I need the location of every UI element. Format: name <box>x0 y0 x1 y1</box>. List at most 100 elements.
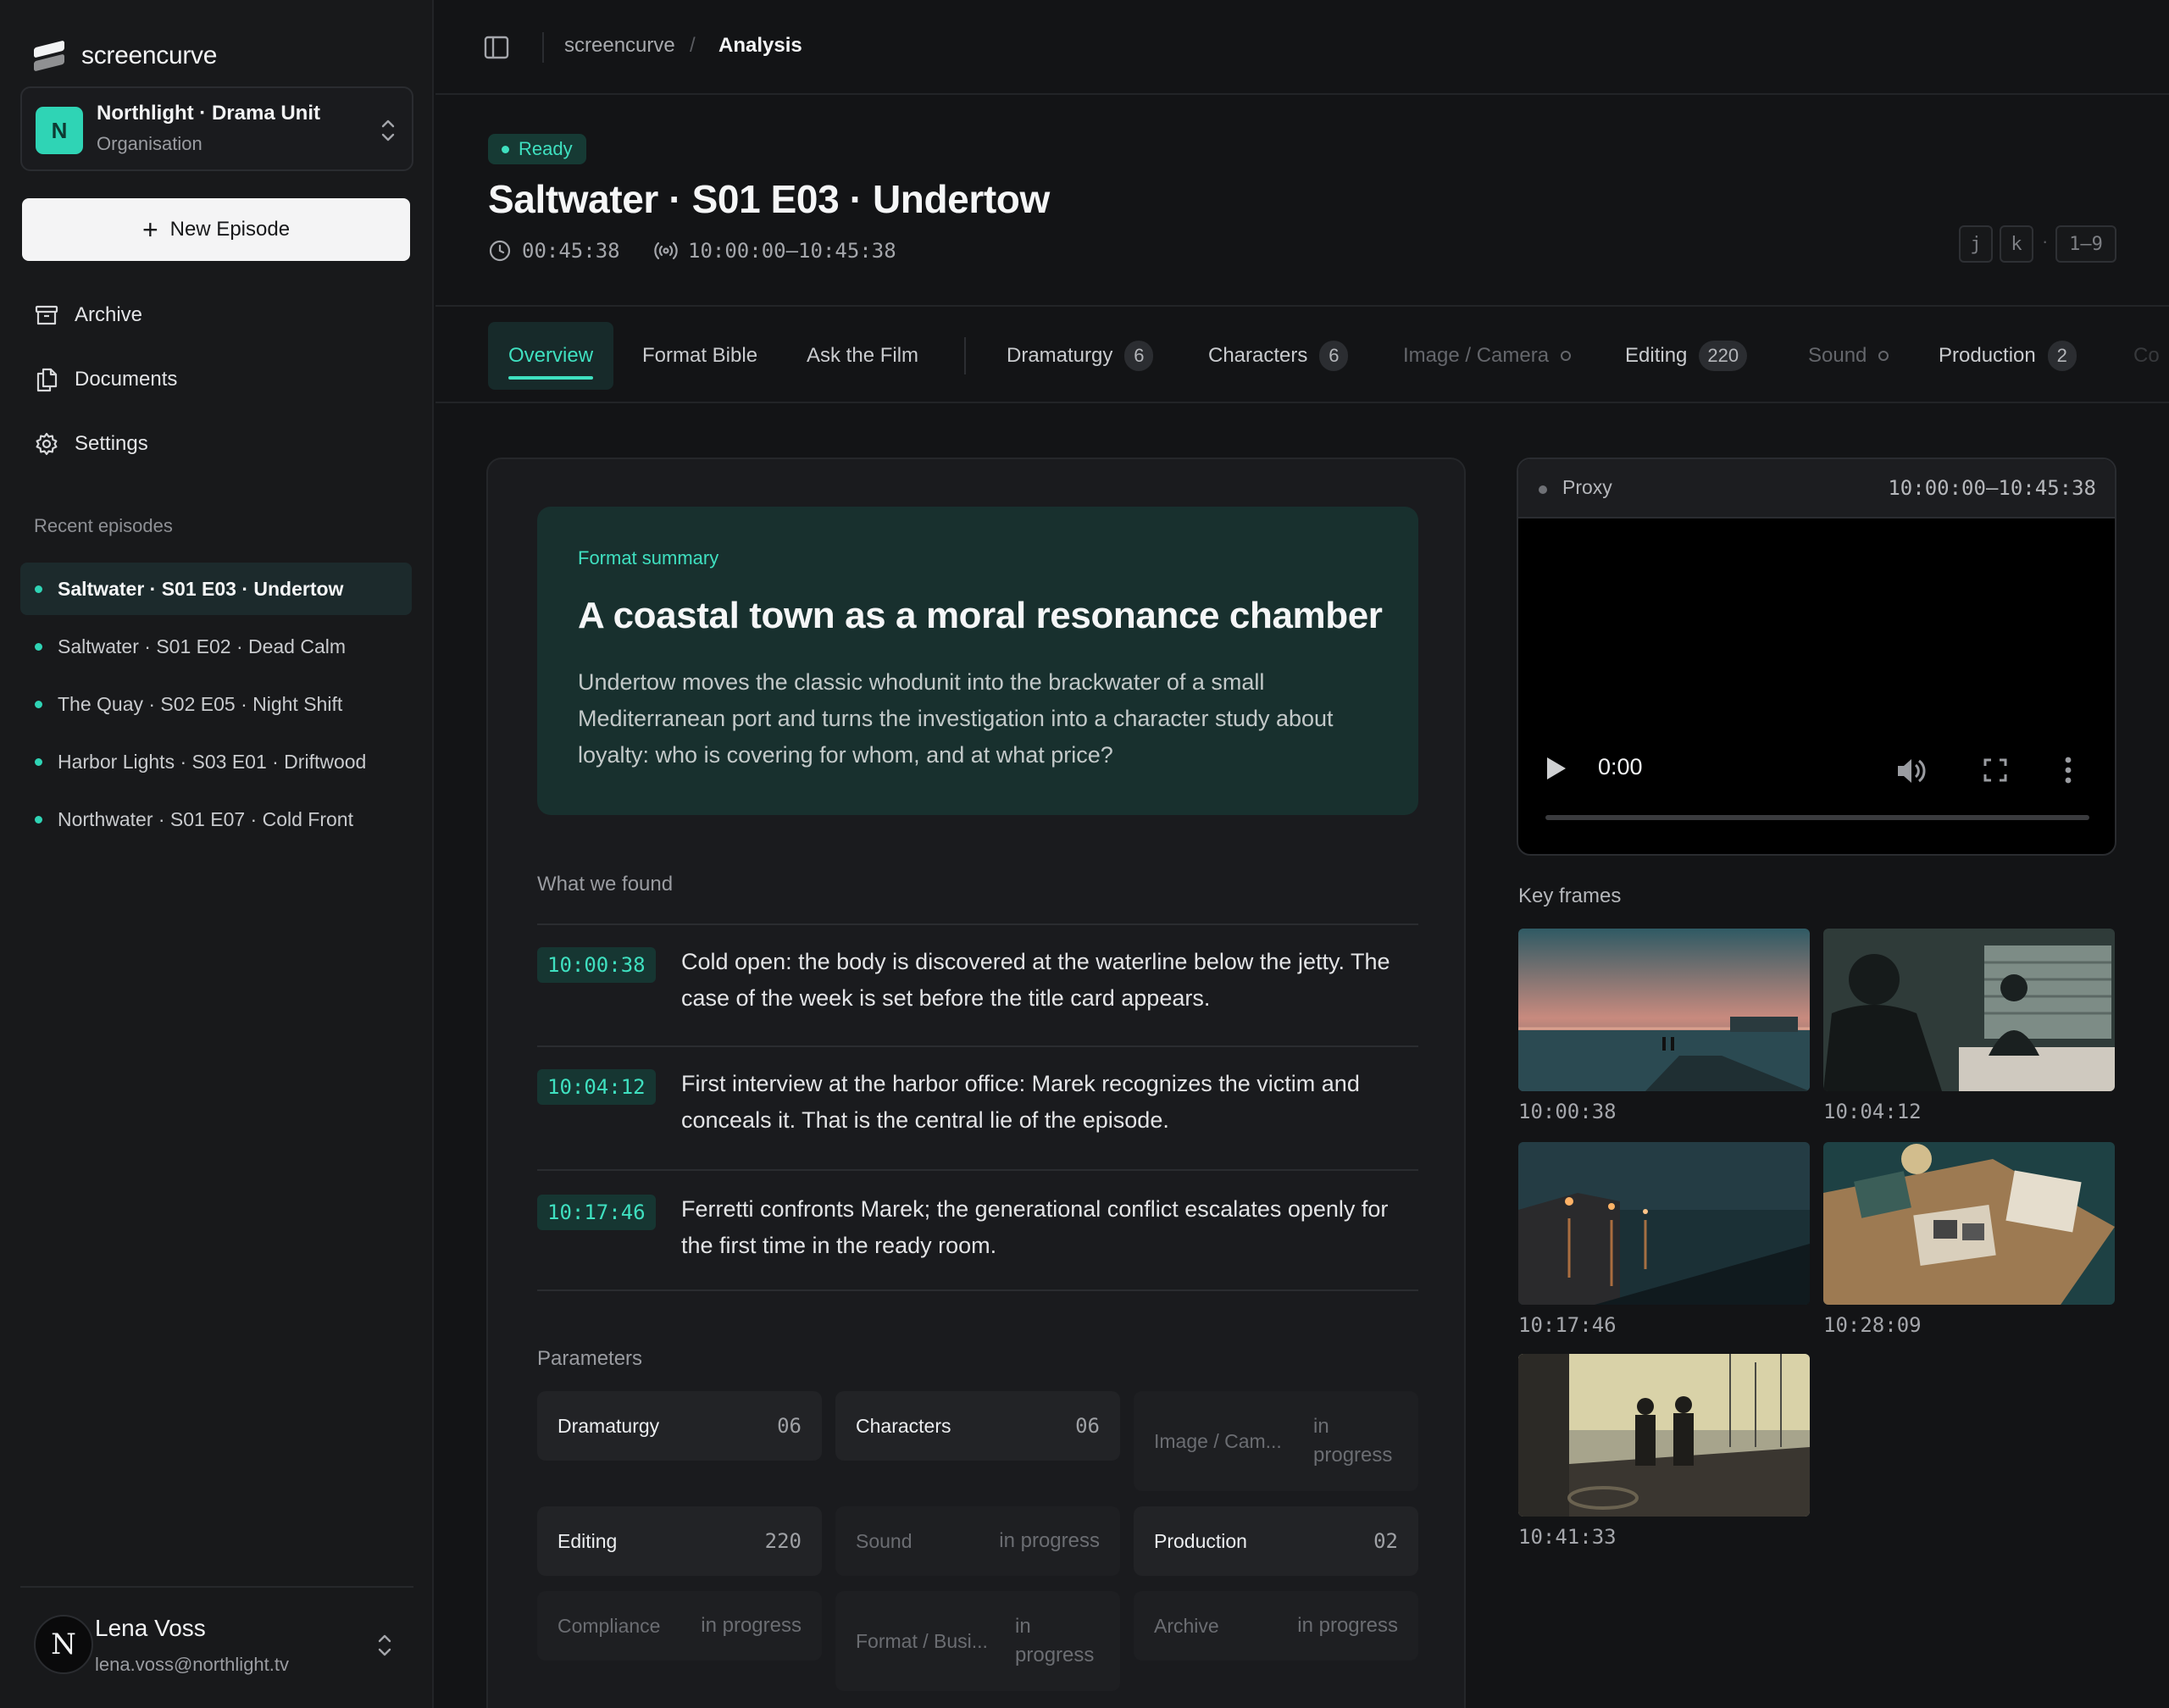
breadcrumb-root[interactable]: screencurve <box>564 34 675 58</box>
archive-icon <box>35 305 58 325</box>
summary-headline: A coastal town as a moral resonance cham… <box>578 595 1383 636</box>
finding-timecode[interactable]: 10:17:46 <box>537 1195 656 1230</box>
pending-circle-icon <box>1561 351 1572 361</box>
video-player[interactable]: Proxy 10:00:00–10:45:38 0:00 <box>1517 458 2116 856</box>
recent-episode-item[interactable]: Saltwater · S01 E03 · Undertow <box>20 563 412 615</box>
tab-label: Sound <box>1808 344 1867 367</box>
tab-ask-the-film[interactable]: Ask the Film <box>807 322 918 390</box>
tab-format-bible[interactable]: Format Bible <box>642 322 757 390</box>
tab-label: Ask the Film <box>807 344 919 367</box>
tab-editing[interactable]: Editing 220 <box>1625 322 1748 390</box>
brand[interactable]: screencurve <box>34 40 217 72</box>
playback-time: 0:00 <box>1598 754 1643 779</box>
chevron-updown-icon <box>381 119 395 141</box>
keyframe-image-boat-deck <box>1518 1354 1810 1517</box>
tab-count-badge: 2 <box>2047 341 2077 371</box>
parameter-name: Sound <box>856 1529 913 1552</box>
tab-image-camera[interactable]: Image / Camera <box>1403 322 1572 390</box>
tab-overview[interactable]: Overview <box>488 322 614 390</box>
parameter-tile[interactable]: Compliance in progress <box>537 1591 822 1661</box>
keyframe-thumbnail[interactable] <box>1518 1142 1810 1305</box>
recent-episode-item[interactable]: Harbor Lights · S03 E01 · Driftwood <box>20 735 412 788</box>
status-dot-icon <box>35 701 42 708</box>
episode-timecode: 10:00:00–10:45:38 <box>654 239 896 263</box>
play-icon[interactable] <box>1547 757 1566 779</box>
divider <box>964 337 966 374</box>
user-name: Lena Voss <box>95 1615 206 1641</box>
chevron-updown-icon[interactable] <box>376 1632 393 1659</box>
avatar[interactable]: N <box>34 1615 93 1674</box>
finding-item[interactable]: 10:04:12 First interview at the harbor o… <box>537 1045 1418 1169</box>
recent-episode-label: Saltwater · S01 E03 · Undertow <box>58 577 344 600</box>
parameter-tile[interactable]: Format / Busi... in progress <box>835 1591 1120 1691</box>
recent-episode-label: Saltwater · S01 E02 · Dead Calm <box>58 635 347 657</box>
finding-item[interactable]: 10:17:46 Ferretti confronts Marek; the g… <box>537 1169 1418 1291</box>
tab-label: Dramaturgy <box>1007 344 1113 367</box>
keyframe-timecode: 10:17:46 <box>1518 1313 1617 1337</box>
parameter-tile[interactable]: Image / Cam... in progress <box>1134 1391 1418 1491</box>
finding-text: First interview at the harbor office: Ma… <box>681 1071 1360 1133</box>
episode-duration: 00:45:38 <box>488 239 620 263</box>
keyframe-image-harbor-dusk <box>1518 929 1810 1091</box>
tab-label: Characters <box>1208 344 1308 367</box>
topbar: screencurve / Analysis <box>435 0 2169 95</box>
parameter-tile[interactable]: Editing 220 <box>537 1506 822 1576</box>
tab-overflow[interactable]: Co <box>2133 322 2160 390</box>
recent-episode-item[interactable]: Saltwater · S01 E02 · Dead Calm <box>20 620 412 673</box>
keyframe-thumbnail[interactable] <box>1823 929 2115 1091</box>
tab-label: Image / Camera <box>1403 344 1550 367</box>
tab-production[interactable]: Production 2 <box>1939 322 2077 390</box>
player-timecode: 10:00:00–10:45:38 <box>1888 476 2096 500</box>
sidebar-item-label: Settings <box>75 432 148 455</box>
status-badge: Ready <box>488 134 586 164</box>
shortcut-key-range: 1–9 <box>2055 225 2116 263</box>
new-episode-button[interactable]: + New Episode <box>22 198 410 261</box>
keyframe-timecode: 10:04:12 <box>1823 1100 1922 1123</box>
parameter-tile[interactable]: Sound in progress <box>835 1506 1120 1576</box>
summary-label: Format summary <box>578 547 719 568</box>
tab-label: Editing <box>1625 344 1688 367</box>
parameter-name: Archive <box>1154 1614 1219 1637</box>
keyframe-timecode: 10:00:38 <box>1518 1100 1617 1123</box>
status-dot-icon <box>35 816 42 824</box>
volume-icon[interactable] <box>1894 756 1928 786</box>
tab-dramaturgy[interactable]: Dramaturgy 6 <box>1007 322 1154 390</box>
sidebar-item-label: Documents <box>75 368 178 391</box>
org-name: Northlight · Drama Unit <box>97 102 320 125</box>
finding-timecode[interactable]: 10:04:12 <box>537 1069 656 1105</box>
sidebar-item-settings[interactable]: Settings <box>34 429 148 459</box>
divider <box>542 32 544 63</box>
sidebar-toggle-icon[interactable] <box>483 34 510 61</box>
status-dot-icon <box>1539 485 1547 494</box>
finding-timecode[interactable]: 10:00:38 <box>537 947 656 983</box>
tab-sound[interactable]: Sound <box>1808 322 1889 390</box>
sidebar-item-archive[interactable]: Archive <box>34 300 142 330</box>
recent-episode-item[interactable]: The Quay · S02 E05 · Night Shift <box>20 678 412 730</box>
finding-item[interactable]: 10:00:38 Cold open: the body is discover… <box>537 923 1418 1045</box>
shortcut-separator: · <box>2042 230 2049 252</box>
parameter-value: in progress <box>999 1529 1100 1552</box>
keyframe-thumbnail[interactable] <box>1823 1142 2115 1305</box>
parameter-tile[interactable]: Production 02 <box>1134 1506 1418 1576</box>
keyframe-image-office-interview <box>1823 929 2115 1091</box>
parameters-heading: Parameters <box>537 1347 643 1370</box>
brand-logo-icon <box>34 40 64 72</box>
tab-characters[interactable]: Characters 6 <box>1208 322 1349 390</box>
parameter-tile[interactable]: Dramaturgy 06 <box>537 1391 822 1461</box>
fullscreen-icon[interactable] <box>1983 757 2008 783</box>
documents-icon <box>36 368 58 392</box>
parameter-value: in progress <box>1015 1615 1095 1666</box>
keyframe-thumbnail[interactable] <box>1518 929 1810 1091</box>
parameter-tile[interactable]: Characters 06 <box>835 1391 1120 1461</box>
more-vertical-icon[interactable] <box>2064 756 2072 785</box>
page-title: Saltwater · S01 E03 · Undertow <box>488 177 1050 221</box>
keyframe-thumbnail[interactable] <box>1518 1354 1810 1517</box>
timecode-value: 10:00:00–10:45:38 <box>688 239 896 263</box>
org-switcher[interactable]: N Northlight · Drama Unit Organisation <box>20 86 413 171</box>
playback-progress-bar[interactable] <box>1545 815 2089 820</box>
recent-episode-item[interactable]: Northwater · S01 E07 · Cold Front <box>20 793 412 846</box>
findings-heading: What we found <box>537 873 674 896</box>
parameter-tile[interactable]: Archive in progress <box>1134 1591 1418 1661</box>
sidebar-item-documents[interactable]: Documents <box>34 364 177 395</box>
parameter-name: Compliance <box>558 1614 661 1637</box>
